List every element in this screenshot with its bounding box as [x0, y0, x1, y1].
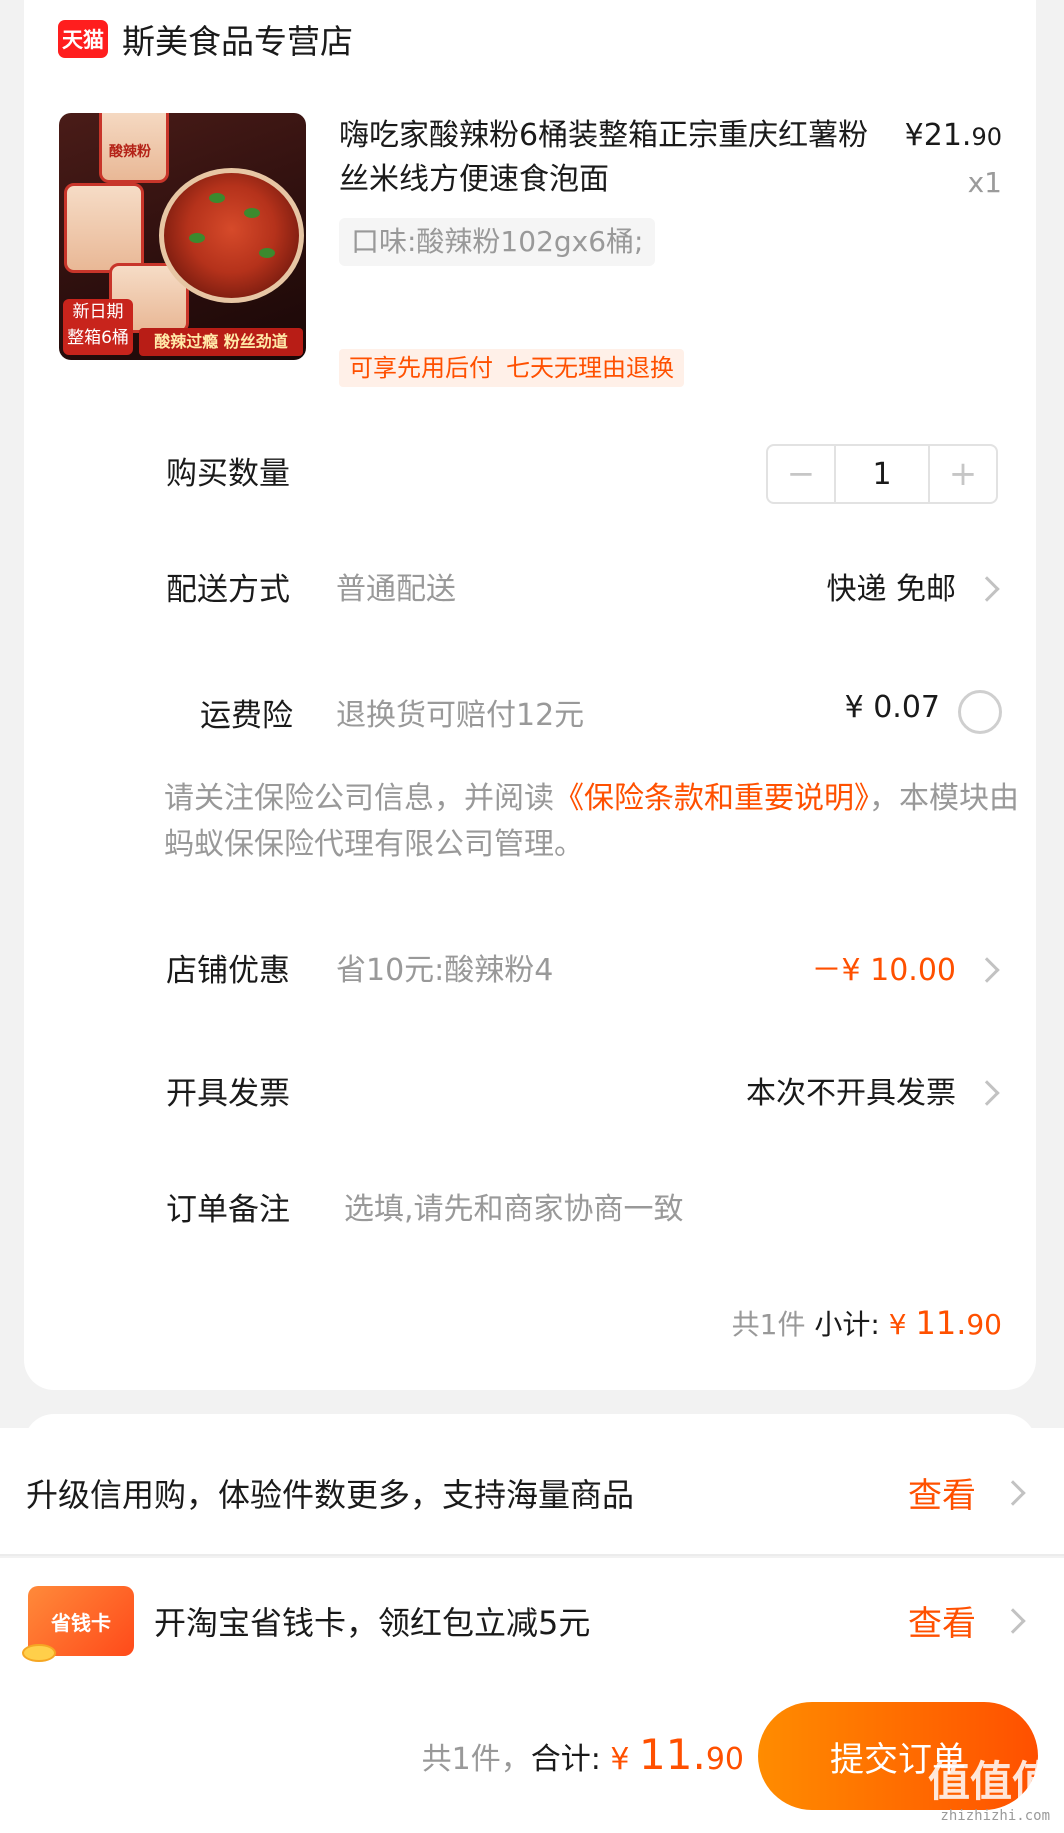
total-dec: 90	[705, 1742, 744, 1777]
discount-sub: 省10元:酸辣粉4	[336, 953, 554, 988]
chevron-right-icon[interactable]	[1000, 1608, 1026, 1634]
total-label: 合计:	[530, 1742, 601, 1777]
watermark-logo: 值值值	[927, 1757, 1054, 1806]
subtotal-dec: 90	[966, 1308, 1002, 1341]
remark-input[interactable]: 选填,请先和商家协商一致	[344, 1184, 684, 1228]
garnish	[259, 248, 275, 258]
chevron-right-icon[interactable]	[974, 1080, 1000, 1106]
garnish	[244, 208, 260, 218]
delivery-sub: 普通配送	[336, 572, 456, 607]
insurance-notice: 请关注保险公司信息，并阅读《保险条款和重要说明》，本模块由蚂蚁保保险代理有限公司…	[164, 776, 1034, 868]
quantity-label: 购买数量	[166, 456, 290, 492]
decrement-button[interactable]: −	[768, 446, 834, 502]
chevron-right-icon[interactable]	[1000, 1480, 1026, 1506]
subtotal-int: 11.	[915, 1304, 967, 1342]
product-price: ¥21.90	[905, 118, 1002, 153]
tag-free-return: 七天无理由退换	[496, 349, 684, 387]
watermark-url: zhizhizhi.com	[940, 1808, 1050, 1824]
checkout-bar: 共1件，合计: ¥ 11.90 提交订单	[0, 1688, 1064, 1833]
total-amount: ¥ 11.90	[610, 1730, 744, 1779]
insurance-terms-link[interactable]: 《保险条款和重要说明》	[554, 781, 869, 816]
chevron-right-icon[interactable]	[974, 957, 1000, 983]
subtotal-label: 小计:	[814, 1308, 880, 1341]
product-quantity: x1	[967, 166, 1002, 199]
total-count: 共1件，	[421, 1742, 531, 1777]
quantity-value[interactable]: 1	[834, 446, 930, 502]
notice-prefix: 请关注保险公司信息，并阅读	[164, 781, 554, 816]
thumb-date-tag: 新日期 整箱6桶	[63, 299, 133, 355]
price-int: 21.	[923, 118, 972, 153]
credit-upgrade-row[interactable]: 升级信用购，体验件数更多，支持海量商品 查看	[0, 1428, 1064, 1556]
insurance-radio[interactable]	[958, 690, 1002, 734]
credit-upgrade-link[interactable]: 查看	[908, 1468, 976, 1517]
saver-card-link[interactable]: 查看	[908, 1596, 976, 1645]
insurance-price: ¥ 0.07	[844, 690, 940, 725]
increment-button[interactable]: +	[930, 446, 996, 502]
garnish	[209, 193, 225, 203]
discount-value[interactable]: －¥ 10.00	[811, 945, 956, 989]
total-symbol: ¥	[610, 1742, 630, 1777]
subtotal-count: 共1件	[731, 1308, 806, 1341]
saver-card-text: 开淘宝省钱卡，领红包立减5元	[154, 1604, 591, 1642]
credit-upgrade-text: 升级信用购，体验件数更多，支持海量商品	[26, 1476, 635, 1514]
cup-label: 酸辣粉	[109, 144, 151, 160]
delivery-label: 配送方式	[166, 572, 290, 608]
order-total: 共1件，合计: ¥ 11.90	[422, 1730, 744, 1779]
tmall-logo-icon: 天猫	[58, 20, 108, 58]
noodle-bowl-graphic	[159, 168, 304, 303]
tag-pay-later: 可享先用后付	[339, 349, 503, 387]
subtotal-amount: ¥ 11.90	[888, 1304, 1002, 1342]
saver-card-row[interactable]: 省钱卡 开淘宝省钱卡，领红包立减5元 查看	[0, 1558, 1064, 1688]
product-title[interactable]: 嗨吃家酸辣粉6桶装整箱正宗重庆红薯粉丝米线方便速食泡面	[339, 114, 884, 202]
garnish	[189, 233, 205, 243]
remark-label: 订单备注	[166, 1192, 290, 1228]
total-int: 11.	[639, 1730, 706, 1779]
invoice-value[interactable]: 本次不开具发票	[746, 1068, 956, 1112]
store-header[interactable]: 天猫 斯美食品专营店	[58, 14, 353, 64]
thumb-slogan: 酸辣过瘾 粉丝劲道	[139, 328, 303, 356]
insurance-label: 运费险	[200, 698, 293, 734]
product-spec[interactable]: 口味:酸辣粉102gx6桶;	[339, 218, 656, 266]
insurance-sub: 退换货可赔付12元	[336, 698, 585, 733]
invoice-label: 开具发票	[166, 1076, 290, 1112]
quantity-stepper[interactable]: − 1 +	[766, 444, 998, 504]
coin-icon	[22, 1644, 56, 1662]
product-thumbnail[interactable]: 酸辣粉 新日期 整箱6桶 酸辣过瘾 粉丝劲道	[59, 113, 306, 360]
delivery-value[interactable]: 快递 免邮	[826, 564, 956, 608]
subtotal-symbol: ¥	[888, 1308, 907, 1341]
chevron-right-icon[interactable]	[974, 576, 1000, 602]
order-card: 天猫 斯美食品专营店 酸辣粉 新日期 整箱6桶 酸辣过瘾 粉丝劲道 嗨吃家酸辣粉…	[24, 0, 1036, 1390]
price-symbol: ¥	[904, 118, 924, 153]
price-dec: 90	[971, 123, 1002, 151]
subtotal: 共1件 小计: ¥ 11.90	[732, 1303, 1002, 1343]
cup-graphic	[64, 183, 144, 273]
discount-label: 店铺优惠	[166, 953, 290, 989]
store-name[interactable]: 斯美食品专营店	[122, 15, 353, 63]
